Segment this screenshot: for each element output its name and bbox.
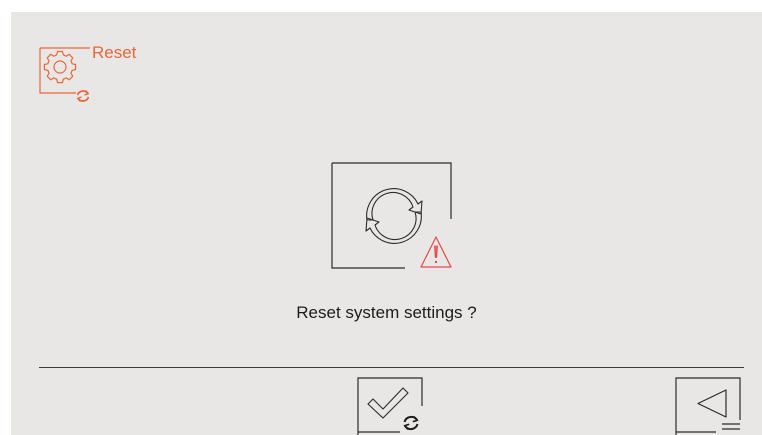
back-arrow-icon xyxy=(697,389,727,418)
page-title: Reset xyxy=(92,43,137,62)
checkmark-icon xyxy=(367,387,409,419)
refresh-icon xyxy=(365,188,423,244)
menu-lines-icon xyxy=(722,423,740,430)
back-button[interactable] xyxy=(674,376,746,435)
warning-icon xyxy=(420,236,452,268)
reset-confirmation-prompt: Reset system settings ? xyxy=(296,303,477,322)
footer-divider xyxy=(39,367,744,368)
refresh-small-icon xyxy=(403,415,419,431)
confirm-reset-button[interactable] xyxy=(356,376,428,435)
reset-warning-graphic xyxy=(329,161,467,289)
reset-screen: Reset Reset system settings ? xyxy=(11,12,762,435)
